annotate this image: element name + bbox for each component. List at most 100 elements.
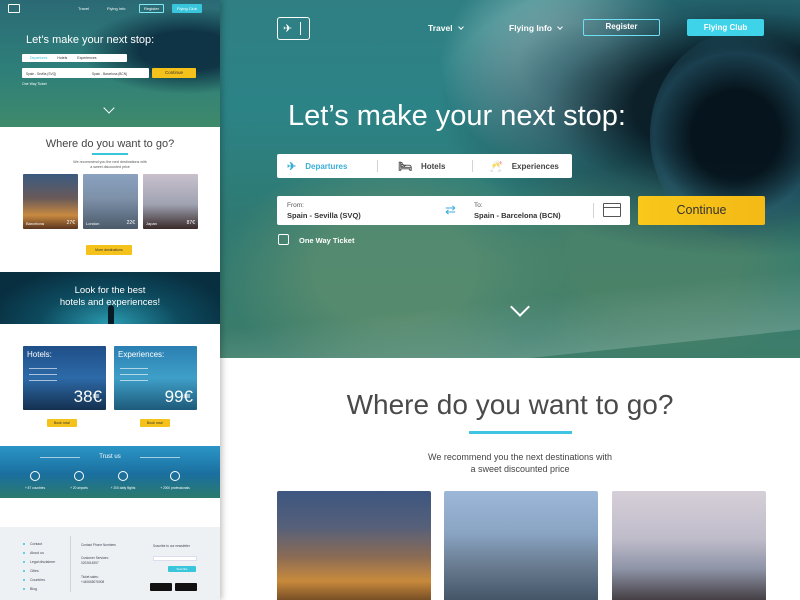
footer-contact-line: Ticket sales: (81, 575, 99, 579)
logo-ticket-icon[interactable]: ✈ (277, 17, 310, 40)
footer-bullet (23, 570, 25, 572)
destination-card-japan[interactable] (612, 491, 766, 600)
mini-more-destinations-button[interactable]: More destinations (86, 245, 132, 255)
footer-bullet (23, 543, 25, 545)
mini-route-field[interactable]: Spain - Sevilla (SVQ) Spain - Barcelona … (22, 68, 149, 78)
mini-route-from[interactable]: Spain - Sevilla (SVQ) (26, 72, 56, 76)
mini-trust-item: + 200 daily flights (110, 486, 136, 490)
mini-hotels-feature-line (29, 374, 57, 375)
mini-exp-feature-line (120, 380, 148, 381)
tab-hotels[interactable]: 🛏 Hotels (398, 154, 472, 178)
mini-look-line1: Look for the best (74, 285, 146, 296)
subtitle-line1: We recommend you the next destinations w… (428, 452, 612, 462)
mini-hotels-feature-line (29, 380, 57, 381)
wing-decoration (220, 266, 800, 394)
search-tabs: ✈ Departures 🛏 Hotels 🥂 Experiences (277, 154, 572, 178)
destinations-subtitle: We recommend you the next destinations w… (410, 451, 630, 475)
zoomed-page: ✈ Travel Flying Info Register Flying Clu… (220, 0, 800, 600)
mini-card-price: 87€ (186, 220, 195, 226)
tab-separator (472, 160, 473, 172)
tab-experiences[interactable]: 🥂 Experiences (489, 154, 559, 178)
continue-button[interactable]: Continue (638, 196, 765, 225)
mini-trust-title: Trust us (99, 454, 121, 460)
route-selector: From: Spain - Sevilla (SVQ) ⇄ To: Spain … (277, 196, 630, 225)
footer-link[interactable]: About us (30, 551, 44, 555)
mini-one-way-label[interactable]: One Way Ticket (22, 82, 47, 86)
mini-book-experiences-button[interactable]: Book now! (140, 419, 170, 427)
nav-flying-info-label: Flying Info (509, 23, 552, 33)
footer-contact-line: Customer Services: (81, 556, 109, 560)
chevron-down-icon (557, 24, 563, 30)
mini-nav-flying-info[interactable]: Flying Info (107, 6, 125, 11)
destination-card-london[interactable] (444, 491, 598, 600)
mini-exp-feature-line (120, 374, 148, 375)
nav-travel-label: Travel (428, 23, 453, 33)
mini-search-tabs[interactable]: Departures Hotels Experiences (22, 54, 127, 62)
mini-experiences-title: Experiences: (118, 350, 165, 359)
mini-card-barcelona[interactable]: Barcelona 27€ (23, 174, 78, 229)
chevron-down-icon (457, 24, 464, 30)
flying-club-button[interactable]: Flying Club (687, 19, 764, 36)
nav-flying-info[interactable]: Flying Info (509, 23, 563, 33)
mini-tab-experiences[interactable]: Experiences (77, 56, 96, 60)
mini-register-button[interactable]: Register (139, 4, 164, 13)
to-label: To: (474, 202, 483, 209)
mini-logo-icon[interactable] (8, 4, 20, 13)
mini-tab-departures[interactable]: Departures (30, 56, 47, 60)
app-store-badge-icon[interactable] (175, 583, 197, 591)
mini-card-london[interactable]: London 22€ (83, 174, 138, 229)
newsletter-subscribe-button[interactable]: Suscribe (168, 566, 196, 572)
from-input[interactable]: Spain - Sevilla (SVQ) (287, 211, 361, 220)
footer-link[interactable]: Blog (30, 587, 37, 591)
footer-link[interactable]: Cities (30, 569, 39, 573)
nav-travel[interactable]: Travel (428, 23, 464, 33)
google-play-badge-icon[interactable] (150, 583, 172, 591)
hero-section: ✈ Travel Flying Info Register Flying Clu… (220, 0, 800, 394)
footer-newsletter-title: Suscribe to our newsletter (153, 544, 190, 548)
route-separator (593, 203, 594, 218)
bed-icon: 🛏 (398, 160, 412, 173)
footer-bullet (23, 561, 25, 563)
mini-experiences-card[interactable]: Experiences: 99€ (114, 346, 197, 410)
tab-hotels-label: Hotels (420, 161, 446, 171)
plane-icon: ✈ (287, 160, 297, 173)
newsletter-email-input[interactable] (153, 556, 197, 561)
register-button[interactable]: Register (583, 19, 660, 36)
mini-nav-travel[interactable]: Travel (78, 6, 89, 11)
toast-glasses-icon: 🥂 (489, 160, 503, 173)
calendar-icon[interactable] (603, 203, 621, 217)
destination-card-barcelona[interactable] (277, 491, 431, 600)
mini-exp-feature-line (120, 368, 148, 369)
footer-link[interactable]: Legal disclaimer (30, 560, 55, 564)
mini-card-price: 22€ (126, 220, 135, 226)
mini-hotels-price: 38€ (73, 387, 102, 406)
footer-contact-line: 0202614597 (81, 561, 99, 565)
mini-route-to[interactable]: Spain - Barcelona (BCN) (92, 72, 127, 76)
tab-departures[interactable]: ✈ Departures (287, 154, 377, 178)
mini-hotels-feature-line (29, 368, 57, 369)
one-way-checkbox[interactable] (278, 234, 289, 245)
to-input[interactable]: Spain - Barcelona (BCN) (474, 211, 561, 220)
one-way-label[interactable]: One Way Ticket (299, 236, 354, 245)
footer-bullet (23, 552, 25, 554)
swap-arrows-icon[interactable]: ⇄ (445, 203, 456, 216)
mini-card-name: Barcelona (26, 221, 45, 226)
mini-destinations-title: Where do you want to go? (45, 138, 175, 150)
mini-destinations-subtitle: We recommend you the next destinations w… (60, 160, 160, 170)
hero-headline: Let’s make your next stop: (288, 100, 626, 132)
mini-continue-button[interactable]: Continue (152, 68, 196, 78)
footer-link[interactable]: Countries (30, 578, 45, 582)
mini-card-name: Japan (146, 221, 157, 226)
globe-icon (30, 471, 40, 481)
mini-book-hotels-button[interactable]: Book now! (47, 419, 77, 427)
footer-contact-title: Contact Phone Numbers (81, 543, 116, 547)
mini-tab-hotels[interactable]: Hotels (57, 56, 67, 60)
mini-hotels-card[interactable]: Hotels: 38€ (23, 346, 106, 410)
footer-link[interactable]: Contact (30, 542, 42, 546)
tab-separator (377, 160, 378, 172)
mini-flying-club-button[interactable]: Flying Club (172, 4, 203, 13)
mini-trust-item: + 87 countries (24, 486, 46, 490)
mini-card-japan[interactable]: Japan 87€ (143, 174, 198, 229)
mini-card-price: 27€ (66, 220, 75, 226)
mini-trust-item: + 20 airports (70, 486, 88, 490)
